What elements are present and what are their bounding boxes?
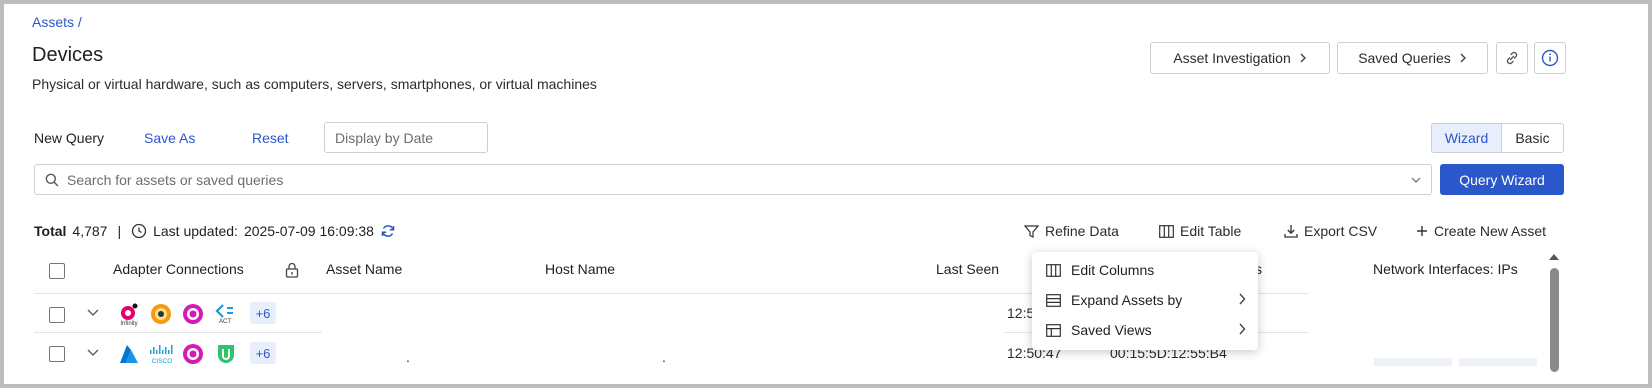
- menu-item-label: Expand Assets by: [1071, 292, 1183, 308]
- act-caption: ACT: [219, 319, 231, 325]
- edit-table-label: Edit Table: [1180, 223, 1242, 239]
- column-header-adapters[interactable]: Adapter Connections: [113, 261, 244, 277]
- save-as-button[interactable]: Save As: [144, 130, 195, 146]
- lock-icon[interactable]: [285, 262, 299, 278]
- saved-queries-button[interactable]: Saved Queries: [1337, 42, 1488, 74]
- basic-mode-tab[interactable]: Basic: [1502, 124, 1563, 152]
- total-label: Total: [34, 223, 67, 239]
- act-logo-icon[interactable]: ACT: [213, 300, 237, 328]
- scroll-up-icon[interactable]: [1548, 252, 1560, 262]
- menu-item-label: Saved Views: [1071, 322, 1152, 338]
- select-all-checkbox[interactable]: [49, 263, 65, 279]
- chevron-down-icon[interactable]: [87, 349, 99, 357]
- row-checkbox[interactable]: [49, 346, 65, 362]
- link-icon: [1506, 51, 1518, 65]
- status-separator: |: [117, 223, 122, 239]
- layout-icon: [1045, 323, 1061, 337]
- host-name-cell: .: [662, 349, 666, 365]
- new-query-button[interactable]: New Query: [34, 130, 104, 146]
- query-wizard-button[interactable]: Query Wizard: [1440, 164, 1564, 195]
- column-header-asset-name[interactable]: Asset Name: [326, 261, 402, 277]
- menu-item-saved-views[interactable]: Saved Views: [1032, 315, 1258, 345]
- rows-icon: [1045, 293, 1061, 307]
- pink-ring-logo-icon[interactable]: [181, 342, 205, 366]
- refresh-icon[interactable]: [380, 223, 396, 239]
- vertical-scrollbar-thumb[interactable]: [1550, 268, 1559, 372]
- page-subtitle: Physical or virtual hardware, such as co…: [32, 76, 597, 92]
- display-by-date-input[interactable]: Display by Date: [324, 122, 488, 153]
- chevron-right-icon: [1239, 323, 1246, 335]
- chevron-down-icon[interactable]: [1411, 177, 1421, 184]
- page-title: Devices: [32, 44, 104, 66]
- more-adapters-badge[interactable]: +6: [250, 342, 276, 364]
- chevron-right-icon: [1239, 293, 1246, 305]
- reset-button[interactable]: Reset: [252, 130, 289, 146]
- columns-icon: [1159, 224, 1174, 238]
- last-updated-value: 2025-07-09 16:09:38: [243, 223, 374, 239]
- edit-table-dropdown-menu: Edit Columns Expand Assets by Saved View…: [1032, 252, 1258, 350]
- last-updated-label: Last updated:: [153, 223, 238, 239]
- last-seen-cell: 12:5: [1007, 305, 1035, 321]
- create-new-asset-label: Create New Asset: [1434, 223, 1547, 239]
- column-header-last-seen[interactable]: Last Seen: [936, 261, 999, 277]
- svg-text:CISCO: CISCO: [152, 358, 173, 365]
- chevron-right-icon: [1460, 53, 1466, 63]
- green-shield-logo-icon[interactable]: [214, 342, 238, 366]
- plus-icon: [1417, 226, 1427, 236]
- row-divider: [34, 332, 322, 333]
- wizard-mode-tab[interactable]: Wizard: [1432, 124, 1502, 152]
- ip-chip: [1459, 358, 1537, 366]
- asset-name-cell[interactable]: .: [406, 349, 410, 365]
- refine-data-button[interactable]: Refine Data: [1024, 223, 1119, 239]
- breadcrumb[interactable]: Assets /: [32, 14, 82, 30]
- total-count: 4,787: [72, 223, 108, 239]
- columns-icon: [1045, 263, 1061, 277]
- chevron-down-icon[interactable]: [87, 309, 99, 317]
- query-mode-toggle: Wizard Basic: [1431, 123, 1564, 153]
- column-header-host-name[interactable]: Host Name: [545, 261, 615, 277]
- info-icon: [1541, 49, 1559, 67]
- row-checkbox[interactable]: [49, 307, 65, 323]
- asset-investigation-label: Asset Investigation: [1173, 50, 1291, 66]
- infinity-logo-icon[interactable]: Infinity: [117, 301, 141, 329]
- saved-queries-label: Saved Queries: [1358, 50, 1451, 66]
- create-new-asset-button[interactable]: Create New Asset: [1416, 223, 1546, 239]
- clock-icon: [131, 223, 147, 239]
- search-input[interactable]: Search for assets or saved queries: [34, 164, 1432, 195]
- pink-ring-logo-icon[interactable]: [181, 302, 205, 326]
- asset-investigation-button[interactable]: Asset Investigation: [1150, 42, 1330, 74]
- filter-icon: [1024, 224, 1039, 238]
- export-csv-button[interactable]: Export CSV: [1284, 223, 1377, 239]
- info-button[interactable]: [1534, 42, 1566, 74]
- sun-logo-icon[interactable]: [149, 302, 173, 326]
- result-status: Total 4,787 | Last updated: 2025-07-09 1…: [34, 223, 396, 239]
- ip-chip: [1374, 358, 1452, 366]
- column-header-network-ips[interactable]: Network Interfaces: IPs: [1373, 261, 1518, 277]
- chevron-right-icon: [1300, 53, 1306, 63]
- menu-item-label: Edit Columns: [1071, 262, 1155, 278]
- menu-item-expand-assets-by[interactable]: Expand Assets by: [1032, 285, 1258, 315]
- azure-logo-icon[interactable]: [117, 342, 141, 366]
- menu-item-edit-columns[interactable]: Edit Columns: [1032, 255, 1258, 285]
- search-icon: [45, 173, 59, 186]
- app-window: Assets / Devices Physical or virtual har…: [0, 0, 1652, 388]
- infinity-caption: Infinity: [120, 321, 138, 327]
- cisco-logo-icon[interactable]: CISCO: [148, 342, 176, 366]
- more-adapters-badge[interactable]: +6: [250, 302, 276, 324]
- edit-table-button[interactable]: Edit Table: [1159, 223, 1241, 239]
- download-icon: [1284, 225, 1298, 238]
- search-placeholder: Search for assets or saved queries: [67, 171, 284, 188]
- copy-link-button[interactable]: [1496, 42, 1528, 74]
- refine-data-label: Refine Data: [1045, 223, 1119, 239]
- export-csv-label: Export CSV: [1304, 223, 1378, 239]
